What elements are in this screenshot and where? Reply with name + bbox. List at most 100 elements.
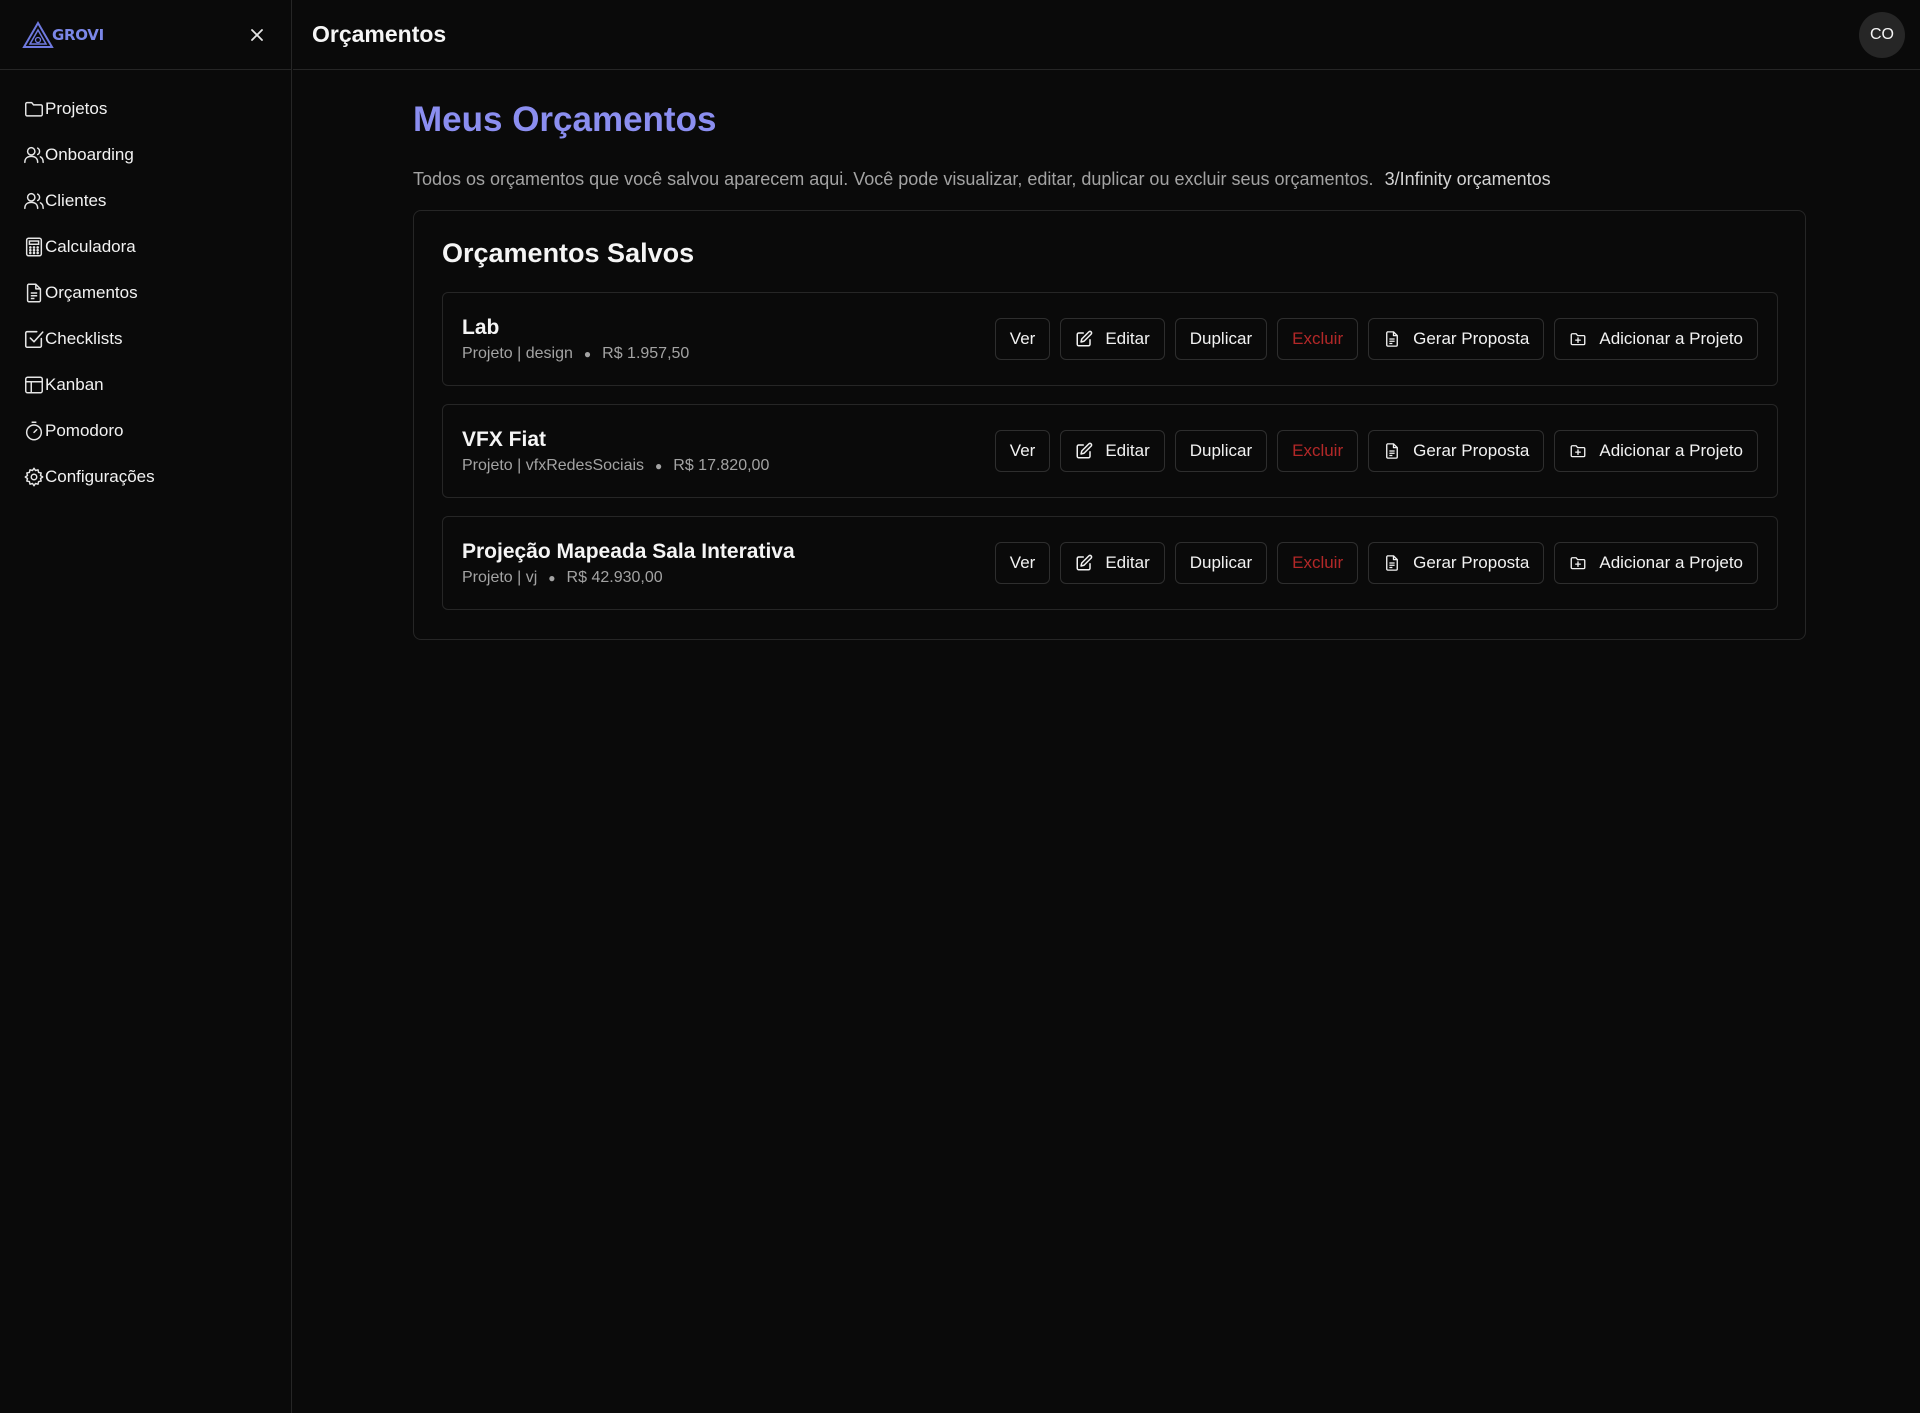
edit-icon [1076,442,1093,459]
sidebar-item-label: Onboarding [45,145,134,164]
delete-label: Excluir [1292,553,1344,572]
separator-dot: ● [548,571,556,585]
folder-plus-icon [1570,557,1586,570]
add-to-project-label: Adicionar a Projeto [1599,329,1743,348]
folder-plus-icon [1570,445,1586,458]
file-text-icon [1386,443,1399,459]
sidebar-item-configuracoes[interactable]: Configurações [0,454,291,500]
duplicate-button[interactable]: Duplicar [1174,430,1268,472]
card-title: Orçamentos Salvos [442,238,695,268]
generate-proposal-button[interactable]: Gerar Proposta [1368,430,1545,472]
sidebar-item-onboarding[interactable]: Onboarding [0,132,291,178]
view-label: Ver [1009,329,1036,348]
add-to-project-button[interactable]: Adicionar a Projeto [1554,542,1758,584]
topbar-title: Orçamentos [312,21,447,47]
proposal-label: Gerar Proposta [1413,329,1530,348]
folder-icon [25,101,43,117]
quota-text: 3/Infinity orçamentos [1384,169,1551,189]
layout-icon [25,376,43,394]
edit-label: Editar [1105,553,1150,572]
budget-meta: Projeto | vj ● R$ 42.930,00 [462,569,795,587]
separator-dot: ● [583,347,592,361]
budget-value: R$ 17.820,00 [673,457,770,474]
delete-button[interactable]: Excluir [1277,430,1359,472]
budget-meta: Projeto | design ● R$ 1.957,50 [462,345,689,363]
budget-type: Projeto | design [462,345,573,362]
budget-row: Lab Projeto | design ● R$ 1.957,50 Ver E… [442,292,1778,386]
budget-name: VFX Fiat [462,428,547,451]
sidebar-header: GROVI [0,0,291,70]
generate-proposal-button[interactable]: Gerar Proposta [1368,542,1545,584]
view-label: Ver [1009,441,1036,460]
delete-button[interactable]: Excluir [1277,318,1359,360]
budget-info: VFX Fiat Projeto | vfxRedesSociais ● R$ … [462,427,769,475]
add-to-project-button[interactable]: Adicionar a Projeto [1554,430,1758,472]
add-to-project-button[interactable]: Adicionar a Projeto [1554,318,1758,360]
edit-button[interactable]: Editar [1060,542,1165,584]
duplicate-button[interactable]: Duplicar [1174,542,1268,584]
sidebar-item-label: Orçamentos [45,283,138,302]
budget-actions: Ver Editar Duplicar Excluir Gerar Propos… [994,542,1758,584]
edit-label: Editar [1105,441,1150,460]
logo[interactable]: GROVI [22,20,104,49]
delete-label: Excluir [1292,329,1344,348]
view-button[interactable]: Ver [994,430,1051,472]
proposal-label: Gerar Proposta [1413,553,1530,572]
budget-info: Projeção Mapeada Sala Interativa Projeto… [462,539,795,587]
sidebar: GROVI Projetos Onboarding Clientes Calcu… [0,0,292,1413]
budget-actions: Ver Editar Duplicar Excluir Gerar Propos… [994,318,1758,360]
edit-button[interactable]: Editar [1060,318,1165,360]
edit-button[interactable]: Editar [1060,430,1165,472]
separator-dot: ● [655,459,663,473]
avatar[interactable]: CO [1859,11,1905,58]
logo-text: GROVI [52,25,104,44]
sidebar-item-projetos[interactable]: Projetos [0,86,291,132]
edit-label: Editar [1105,329,1150,348]
file-text-icon [1386,331,1399,347]
sidebar-item-pomodoro[interactable]: Pomodoro [0,408,291,454]
sidebar-item-clientes[interactable]: Clientes [0,178,291,224]
users-icon [24,192,44,210]
gear-icon [24,467,44,487]
topbar: Orçamentos CO [293,0,1920,70]
delete-button[interactable]: Excluir [1277,542,1359,584]
sidebar-item-orcamentos[interactable]: Orçamentos [0,270,291,316]
budget-name: Projeção Mapeada Sala Interativa [462,540,795,563]
sidebar-item-label: Pomodoro [45,421,124,440]
budget-type: Projeto | vfxRedesSociais [462,457,645,474]
budget-type: Projeto | vj [462,569,538,586]
check-square-icon [24,330,44,349]
proposal-label: Gerar Proposta [1413,441,1530,460]
sidebar-item-label: Calculadora [45,237,136,256]
saved-budgets-card: Orçamentos Salvos Lab Projeto | design ●… [413,210,1806,640]
view-button[interactable]: Ver [994,542,1051,584]
view-label: Ver [1009,553,1036,572]
sidebar-item-kanban[interactable]: Kanban [0,362,291,408]
main-content: Meus Orçamentos Todos os orçamentos que … [413,70,1806,640]
sidebar-item-label: Kanban [45,375,104,394]
budget-value: R$ 42.930,00 [566,569,663,586]
sidebar-item-calculadora[interactable]: Calculadora [0,224,291,270]
budget-row: VFX Fiat Projeto | vfxRedesSociais ● R$ … [442,404,1778,498]
page-title: Meus Orçamentos [413,100,717,139]
duplicate-label: Duplicar [1189,441,1253,460]
add-to-project-label: Adicionar a Projeto [1599,441,1743,460]
sidebar-item-label: Checklists [45,329,123,348]
sidebar-nav: Projetos Onboarding Clientes Calculadora… [0,70,291,500]
close-icon [251,28,263,41]
duplicate-button[interactable]: Duplicar [1174,318,1268,360]
view-button[interactable]: Ver [994,318,1051,360]
edit-icon [1076,330,1093,347]
generate-proposal-button[interactable]: Gerar Proposta [1368,318,1545,360]
file-text-icon [1386,555,1399,571]
budget-meta: Projeto | vfxRedesSociais ● R$ 17.820,00 [462,457,769,475]
sidebar-item-label: Configurações [45,467,155,486]
budget-row: Projeção Mapeada Sala Interativa Projeto… [442,516,1778,610]
close-sidebar-button[interactable] [245,23,269,47]
budget-info: Lab Projeto | design ● R$ 1.957,50 [462,315,689,363]
sidebar-item-label: Projetos [45,99,108,118]
budget-value: R$ 1.957,50 [602,345,690,362]
sidebar-item-checklists[interactable]: Checklists [0,316,291,362]
budget-name: Lab [462,316,500,339]
file-text-icon [26,283,42,303]
